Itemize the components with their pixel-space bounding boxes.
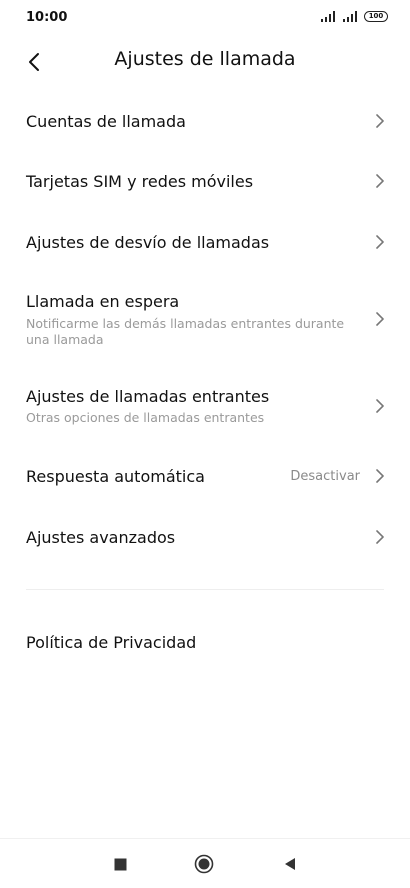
square-icon: [114, 858, 126, 870]
menu-item-privacy-policy[interactable]: Política de Privacidad: [0, 615, 410, 673]
chevron-right-icon: [376, 469, 384, 483]
battery-icon: 100: [364, 11, 388, 22]
status-time: 10:00: [26, 10, 68, 25]
chevron-right-icon: [376, 399, 384, 413]
battery-level: 100: [368, 12, 384, 20]
menu-item-title: Cuentas de llamada: [26, 112, 186, 131]
status-icons: 100: [320, 11, 388, 22]
home-button[interactable]: [193, 853, 215, 875]
triangle-back-icon: [285, 858, 295, 870]
menu-item-title: Respuesta automática: [26, 467, 205, 486]
back-nav-button[interactable]: [279, 853, 301, 875]
menu-item-call-forwarding[interactable]: Ajustes de desvío de llamadas: [0, 213, 410, 271]
menu-item-subtitle: Notificarme las demás llamadas entrantes…: [26, 316, 345, 347]
menu-item-title: Política de Privacidad: [26, 633, 197, 652]
header: Ajustes de llamada: [0, 40, 410, 84]
menu-item-title: Llamada en espera: [26, 292, 180, 311]
menu-item-title: Ajustes de llamadas entrantes: [26, 387, 270, 406]
status-bar: 10:00 100: [0, 0, 410, 36]
navigation-bar: [0, 838, 410, 888]
circle-icon: [194, 854, 214, 874]
page-title: Ajustes de llamada: [114, 48, 296, 70]
chevron-right-icon: [376, 530, 384, 544]
menu-item-advanced-settings[interactable]: Ajustes avanzados: [0, 508, 410, 566]
recent-apps-button[interactable]: [109, 853, 131, 875]
menu-item-title: Ajustes avanzados: [26, 528, 176, 547]
signal-icon: [321, 11, 335, 22]
auto-answer-value: Desactivar: [290, 469, 360, 484]
menu-item-title: Ajustes de desvío de llamadas: [26, 233, 270, 252]
section-divider: [26, 589, 384, 590]
signal-icon: [343, 11, 357, 22]
chevron-right-icon: [376, 114, 384, 128]
menu-item-title: Tarjetas SIM y redes móviles: [26, 172, 254, 191]
menu-item-sim-cards[interactable]: Tarjetas SIM y redes móviles: [0, 152, 410, 210]
menu-item-auto-answer[interactable]: Respuesta automática Desactivar: [0, 447, 410, 505]
chevron-right-icon: [376, 174, 384, 188]
menu-item-call-accounts[interactable]: Cuentas de llamada: [0, 92, 410, 150]
chevron-right-icon: [376, 312, 384, 326]
menu-item-incoming-calls[interactable]: Ajustes de llamadas entrantes Otras opci…: [0, 375, 410, 437]
menu-item-subtitle: Otras opciones de llamadas entrantes: [26, 410, 265, 425]
menu-item-call-waiting[interactable]: Llamada en espera Notificarme las demás …: [0, 280, 410, 358]
chevron-right-icon: [376, 235, 384, 249]
